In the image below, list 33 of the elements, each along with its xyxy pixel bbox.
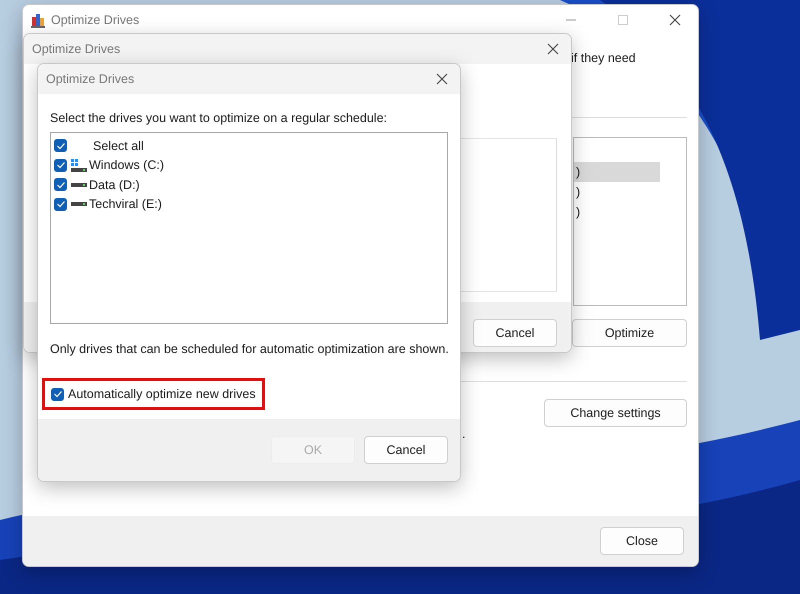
close-button[interactable]: Close <box>600 527 684 555</box>
window-title: Optimize Drives <box>46 72 134 86</box>
close-icon <box>436 73 448 85</box>
checkbox[interactable] <box>54 198 67 211</box>
close-icon <box>669 14 681 26</box>
cancel-button[interactable]: Cancel <box>364 436 448 464</box>
window-title: Optimize Drives <box>32 42 120 56</box>
cancel-button[interactable]: Cancel <box>473 319 557 347</box>
drive-label[interactable]: Techviral (E:) <box>89 197 162 212</box>
checkbox[interactable] <box>54 158 67 172</box>
optimize-button[interactable]: Optimize <box>572 319 687 347</box>
close-icon <box>547 43 559 55</box>
maximize-icon <box>618 15 628 25</box>
note-text: Only drives that can be scheduled for automatic optimization are shown. <box>50 342 448 356</box>
drive-row[interactable]: ) <box>574 202 660 222</box>
drive-label[interactable]: Select all <box>93 138 144 153</box>
checkbox-label[interactable]: Automatically optimize new drives <box>68 387 256 401</box>
drive-icon <box>71 202 87 206</box>
drive-icon <box>71 182 87 187</box>
drive-row[interactable]: ) <box>574 162 660 182</box>
instruction-text: Select the drives you want to optimize on a regular schedule: <box>50 111 388 127</box>
drive-icon <box>71 158 87 172</box>
drive-label[interactable]: Data (D:) <box>89 178 140 192</box>
status-text: . <box>462 427 466 441</box>
drive-label[interactable]: Windows (C:) <box>89 158 164 172</box>
checkbox[interactable] <box>54 139 67 152</box>
window-title: Optimize Drives <box>51 13 140 27</box>
description-text: if they need <box>571 51 636 65</box>
change-settings-button[interactable]: Change settings <box>544 399 687 427</box>
app-icon <box>31 12 45 28</box>
checkbox[interactable] <box>51 388 64 400</box>
checkbox[interactable] <box>54 178 67 192</box>
drive-row[interactable]: ) <box>574 182 660 202</box>
